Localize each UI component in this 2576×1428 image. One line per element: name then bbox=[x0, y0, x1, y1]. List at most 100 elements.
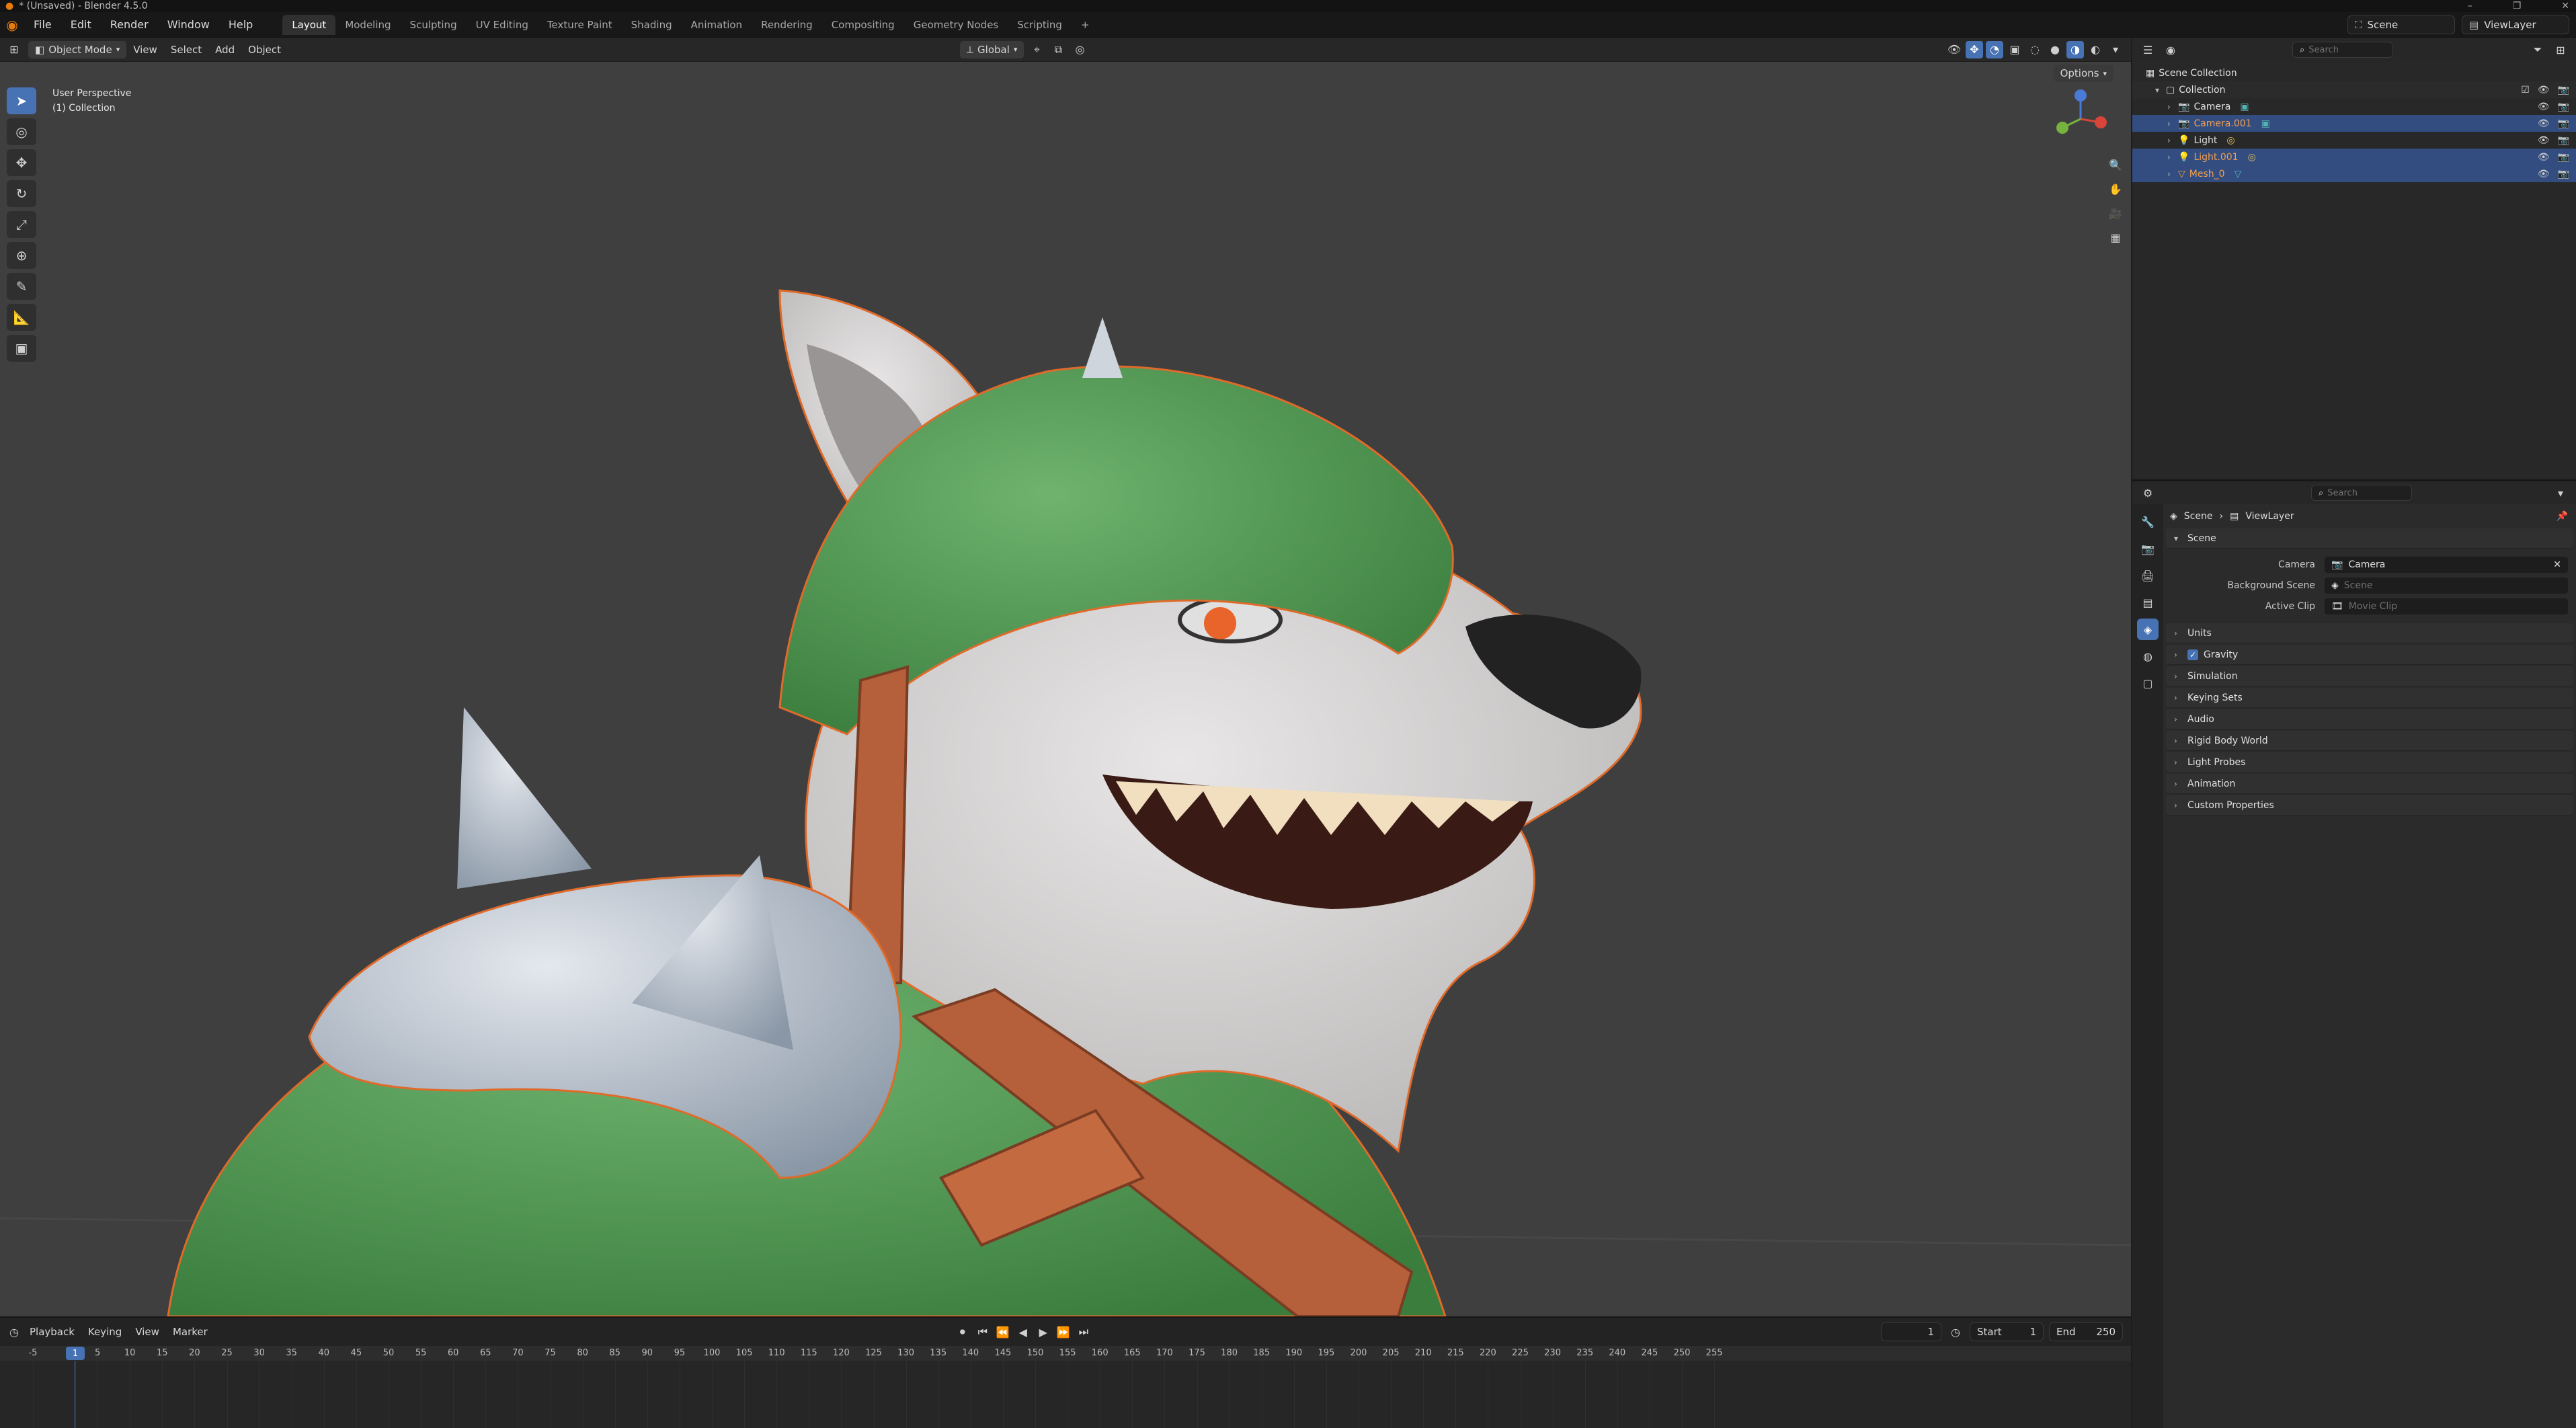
timeline-editor-icon[interactable]: ◷ bbox=[5, 1323, 23, 1341]
add-cube-tool-icon[interactable]: ▣ bbox=[7, 335, 36, 362]
tab-sculpting[interactable]: Sculpting bbox=[401, 15, 467, 35]
rendered-shading-icon[interactable]: ◐ bbox=[2087, 41, 2104, 58]
navigation-gizmo[interactable] bbox=[2050, 89, 2111, 149]
select-box-tool-icon[interactable]: ➤ bbox=[7, 87, 36, 114]
shading-options-icon[interactable]: ▾ bbox=[2107, 41, 2124, 58]
menu-select[interactable]: Select bbox=[164, 41, 208, 58]
gizmo-icon[interactable]: ✥ bbox=[1966, 40, 1983, 58]
chevron-right-icon[interactable]: › bbox=[2167, 119, 2175, 128]
object-data-icon[interactable]: ▣ bbox=[2240, 102, 2249, 112]
move-tool-icon[interactable]: ✥ bbox=[7, 149, 36, 176]
view-layer-selector[interactable]: ▤ ViewLayer bbox=[2462, 15, 2569, 34]
eye-icon[interactable]: 👁 bbox=[2538, 118, 2550, 129]
new-collection-icon[interactable]: ⊞ bbox=[2552, 41, 2569, 58]
tab-rendering[interactable]: Rendering bbox=[752, 15, 822, 35]
outliner-item[interactable]: › 💡 Light ◎ 👁 📷 bbox=[2132, 132, 2576, 149]
outliner-item[interactable]: › 📷 Camera ▣ 👁 📷 bbox=[2132, 98, 2576, 115]
subpanel-keying-sets[interactable]: › Keying Sets bbox=[2166, 688, 2573, 708]
auto-keying-icon[interactable]: ⏺ bbox=[954, 1323, 971, 1341]
object-data-icon[interactable]: ◎ bbox=[2226, 135, 2235, 146]
jump-keyframe-back-icon[interactable]: ⏪ bbox=[994, 1323, 1012, 1341]
scale-tool-icon[interactable]: ⤢ bbox=[7, 211, 36, 238]
clear-icon[interactable]: ✕ bbox=[2553, 559, 2561, 570]
minimize-icon[interactable]: – bbox=[2468, 1, 2472, 11]
eye-icon[interactable]: 👁 bbox=[2538, 102, 2550, 112]
tab-compositing[interactable]: Compositing bbox=[822, 15, 904, 35]
options-dropdown[interactable]: Options ▾ bbox=[2053, 65, 2114, 82]
pan-hand-icon[interactable]: ✋ bbox=[2107, 180, 2124, 198]
eye-icon[interactable]: 👁 bbox=[2538, 152, 2550, 163]
render-tab-icon[interactable]: 📷 bbox=[2137, 538, 2159, 559]
collection-tab-icon[interactable]: ▢ bbox=[2137, 672, 2159, 694]
menu-help[interactable]: Help bbox=[219, 12, 262, 38]
camera-field[interactable]: 📷 Camera ✕ bbox=[2325, 556, 2568, 573]
start-frame-field[interactable]: Start 1 bbox=[1970, 1322, 2044, 1341]
transform-tool-icon[interactable]: ⊕ bbox=[7, 242, 36, 269]
camera-render-icon[interactable]: 📷 bbox=[2558, 118, 2569, 129]
annotate-tool-icon[interactable]: ✎ bbox=[7, 273, 36, 300]
solid-shading-icon[interactable]: ● bbox=[2046, 41, 2064, 58]
menu-view[interactable]: View bbox=[126, 41, 164, 58]
background-scene-field[interactable]: ◈ Scene bbox=[2325, 577, 2568, 594]
outliner-item[interactable]: › 💡 Light.001 ◎ 👁 📷 bbox=[2132, 149, 2576, 165]
subpanel-rigid-body-world[interactable]: › Rigid Body World bbox=[2166, 731, 2573, 751]
subpanel-simulation[interactable]: › Simulation bbox=[2166, 666, 2573, 686]
output-tab-icon[interactable]: 🖨 bbox=[2137, 565, 2159, 586]
subpanel-gravity[interactable]: › ✓ Gravity bbox=[2166, 645, 2573, 665]
menu-file[interactable]: File bbox=[24, 12, 61, 38]
properties-editor-icon[interactable]: ⚙ bbox=[2139, 484, 2157, 502]
chevron-right-icon[interactable]: › bbox=[2167, 153, 2175, 162]
subpanel-animation[interactable]: › Animation bbox=[2166, 774, 2573, 794]
object-data-icon[interactable]: ▽ bbox=[2235, 169, 2242, 180]
current-frame-field[interactable]: 1 bbox=[1881, 1322, 1941, 1341]
tab-shading[interactable]: Shading bbox=[622, 15, 682, 35]
play-reverse-icon[interactable]: ◀ bbox=[1014, 1323, 1032, 1341]
pin-icon[interactable]: 📌 bbox=[2557, 511, 2568, 522]
tab-modeling[interactable]: Modeling bbox=[335, 15, 400, 35]
play-icon[interactable]: ▶ bbox=[1035, 1323, 1052, 1341]
menu-playback[interactable]: Playback bbox=[23, 1323, 81, 1341]
rotate-tool-icon[interactable]: ↻ bbox=[7, 180, 36, 207]
close-icon[interactable]: ✕ bbox=[2561, 1, 2569, 11]
properties-search[interactable]: ⌕ Search bbox=[2311, 485, 2412, 501]
chevron-right-icon[interactable]: › bbox=[2167, 136, 2175, 145]
proportional-editing-icon[interactable]: ◎ bbox=[1071, 41, 1088, 58]
end-frame-field[interactable]: End 250 bbox=[2049, 1322, 2123, 1341]
maximize-icon[interactable]: ❐ bbox=[2513, 1, 2522, 11]
tool-tab-icon[interactable]: 🔧 bbox=[2137, 511, 2159, 532]
menu-edit[interactable]: Edit bbox=[61, 12, 101, 38]
snap-icon[interactable]: ⧉ bbox=[1049, 41, 1067, 58]
scene-selector[interactable]: ⛶ Scene bbox=[2347, 15, 2455, 34]
jump-keyframe-forward-icon[interactable]: ⏩ bbox=[1055, 1323, 1072, 1341]
subpanel-light-probes[interactable]: › Light Probes bbox=[2166, 752, 2573, 772]
outliner-item[interactable]: › 📷 Camera.001 ▣ 👁 📷 bbox=[2132, 115, 2576, 132]
menu-keying[interactable]: Keying bbox=[81, 1323, 128, 1341]
xray-icon[interactable]: ▣ bbox=[2006, 41, 2023, 58]
tab-scripting[interactable]: Scripting bbox=[1008, 15, 1072, 35]
jump-end-icon[interactable]: ⏭ bbox=[1075, 1323, 1092, 1341]
camera-render-icon[interactable]: 📷 bbox=[2558, 135, 2569, 146]
tab-uv-editing[interactable]: UV Editing bbox=[467, 15, 538, 35]
outliner-editor-icon[interactable]: ☰ bbox=[2139, 41, 2157, 58]
camera-render-icon[interactable]: 📷 bbox=[2558, 169, 2569, 180]
scene-tab-icon[interactable]: ◈ bbox=[2137, 619, 2159, 640]
timeline[interactable]: -5 5 10 15 20 25 30 35 40 45 50 55 60 65 70 75 80 85 90 95 1… bbox=[0, 1346, 2131, 1428]
tab-animation[interactable]: Animation bbox=[682, 15, 752, 35]
filter-icon[interactable]: ⏷ bbox=[2529, 41, 2546, 58]
menu-window[interactable]: Window bbox=[158, 12, 219, 38]
object-data-icon[interactable]: ◎ bbox=[2248, 152, 2256, 163]
outliner-scene-collection[interactable]: ▦ Scene Collection bbox=[2132, 65, 2576, 81]
mode-dropdown[interactable]: ◧ Object Mode ▾ bbox=[28, 40, 127, 58]
cursor-tool-icon[interactable]: ◎ bbox=[7, 118, 36, 145]
zoom-icon[interactable]: 🔍 bbox=[2107, 156, 2124, 173]
camera-render-icon[interactable]: 📷 bbox=[2558, 102, 2569, 112]
frame-ruler[interactable]: -5 5 10 15 20 25 30 35 40 45 50 55 60 65 70 75 80 85 90 95 1… bbox=[0, 1346, 2131, 1361]
subpanel-custom-properties[interactable]: › Custom Properties bbox=[2166, 795, 2573, 816]
wireframe-shading-icon[interactable]: ◌ bbox=[2026, 41, 2044, 58]
chevron-right-icon[interactable]: › bbox=[2167, 169, 2175, 179]
overlay-icon[interactable]: ◔ bbox=[1986, 40, 2003, 58]
menu-marker[interactable]: Marker bbox=[166, 1323, 214, 1341]
scene-panel-header[interactable]: ▾ Scene bbox=[2166, 528, 2573, 549]
subpanel-audio[interactable]: › Audio bbox=[2166, 709, 2573, 729]
eye-icon[interactable]: 👁 bbox=[2538, 85, 2550, 95]
